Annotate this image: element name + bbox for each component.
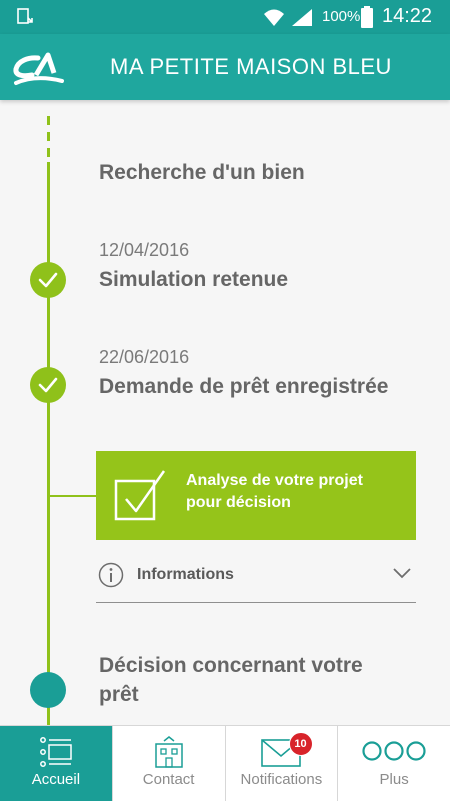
timeline-line bbox=[47, 162, 50, 727]
step-done-dot bbox=[30, 262, 66, 298]
nav-label: Plus bbox=[379, 771, 409, 788]
nav-plus[interactable]: Plus bbox=[338, 726, 450, 801]
step-title-decision: Décision concernant votre prêt bbox=[99, 651, 363, 709]
timeline-dashed-segment bbox=[47, 116, 50, 162]
chevron-down-icon bbox=[393, 568, 411, 579]
step-title-simulation: Simulation retenue bbox=[99, 268, 289, 291]
status-bar: 100% 14:22 bbox=[0, 0, 450, 34]
check-icon bbox=[38, 377, 58, 393]
app-header: MA PETITE MAISON BLEU bbox=[0, 34, 450, 100]
step-title-demande: Demande de prêt enregistrée bbox=[99, 375, 389, 398]
informations-toggle[interactable]: Informations bbox=[96, 556, 416, 603]
step-title-decision-line2: prêt bbox=[99, 683, 139, 706]
current-step-label: Analyse de votre projet pour décision bbox=[186, 472, 363, 511]
battery-icon bbox=[361, 6, 373, 28]
step-date-demande: 22/06/2016 bbox=[99, 347, 190, 367]
clock: 14:22 bbox=[382, 5, 433, 27]
notification-badge: 10 bbox=[288, 732, 313, 756]
nav-label: Notifications bbox=[240, 771, 323, 788]
timeline-branch bbox=[48, 495, 96, 497]
more-dots-icon bbox=[362, 741, 426, 761]
nav-accueil[interactable]: Accueil bbox=[0, 726, 113, 801]
step-done-dot bbox=[30, 367, 66, 403]
app-title: MA PETITE MAISON BLEU bbox=[110, 54, 392, 79]
step-pending-dot bbox=[30, 672, 66, 708]
current-step-card[interactable]: Analyse de votre projet pour décision bbox=[96, 451, 416, 540]
checkbox-check-icon bbox=[114, 470, 166, 521]
nav-label: Accueil bbox=[31, 771, 81, 788]
nav-contact[interactable]: Contact bbox=[113, 726, 226, 801]
step-title-decision-line1: Décision concernant votre bbox=[99, 654, 363, 677]
bottom-navigation: Accueil Contact 10 Notifications Plus bbox=[0, 725, 450, 801]
check-icon bbox=[38, 272, 58, 288]
nav-label: Contact bbox=[142, 771, 195, 788]
list-icon bbox=[39, 737, 72, 767]
download-notification-icon bbox=[17, 8, 33, 24]
info-icon bbox=[98, 562, 124, 588]
agency-building-icon bbox=[154, 736, 183, 768]
battery-percent: 100% bbox=[322, 8, 361, 25]
step-date-simulation: 12/04/2016 bbox=[99, 240, 190, 260]
signal-icon bbox=[292, 9, 312, 26]
wifi-icon bbox=[264, 9, 284, 26]
step-title-recherche: Recherche d'un bien bbox=[99, 161, 305, 184]
informations-label: Informations bbox=[137, 566, 234, 583]
nav-notifications[interactable]: 10 Notifications bbox=[226, 726, 339, 801]
